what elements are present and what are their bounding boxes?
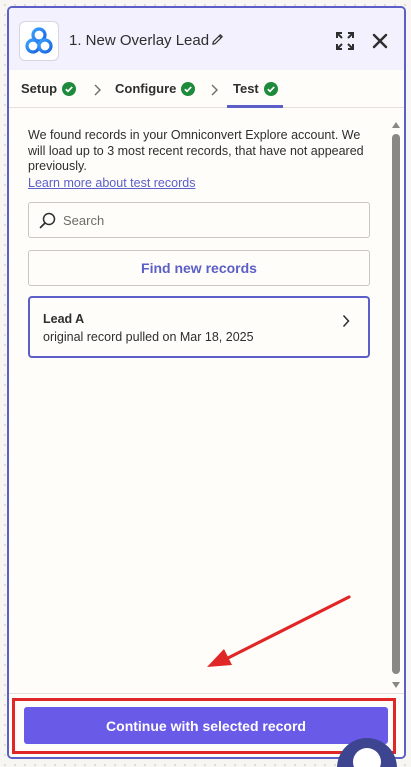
tab-test[interactable]: Test	[233, 81, 278, 96]
close-icon[interactable]	[371, 32, 389, 50]
search-box	[28, 202, 370, 238]
tab-label: Setup	[21, 81, 58, 96]
tab-label: Configure	[115, 81, 177, 96]
scrollbar-thumb[interactable]	[392, 134, 400, 674]
omniconvert-logo-icon	[19, 21, 59, 61]
expand-icon[interactable]	[335, 31, 355, 51]
step-tabs: Setup Configure Test	[9, 70, 404, 108]
step-title[interactable]: 1. New Overlay Lead	[69, 32, 209, 49]
chevron-right-icon	[94, 84, 101, 96]
chevron-right-icon	[211, 84, 218, 96]
tab-label: Test	[233, 81, 259, 96]
record-name: Lead A	[43, 312, 85, 326]
tab-configure[interactable]: Configure	[115, 81, 196, 96]
pencil-icon[interactable]	[210, 32, 225, 47]
tab-setup[interactable]: Setup	[21, 81, 77, 96]
test-content: We found records in your Omniconvert Exp…	[9, 108, 404, 693]
record-card-lead-a[interactable]: Lead A original record pulled on Mar 18,…	[28, 296, 370, 358]
panel-header: 1. New Overlay Lead	[9, 8, 404, 70]
continue-with-selected-record-button[interactable]: Continue with selected record	[24, 707, 388, 744]
check-circle-icon	[181, 81, 196, 96]
chat-icon	[353, 748, 381, 767]
intro-text: We found records in your Omniconvert Exp…	[28, 128, 364, 173]
scroll-down-arrow-icon[interactable]	[392, 682, 400, 688]
find-new-records-button[interactable]: Find new records	[28, 250, 370, 286]
search-input[interactable]	[63, 209, 353, 231]
check-circle-icon	[263, 81, 278, 96]
scroll-up-arrow-icon[interactable]	[392, 122, 400, 128]
zap-step-panel: 1. New Overlay Lead Setup Configure Test…	[7, 6, 406, 759]
learn-more-link[interactable]: Learn more about test records	[28, 176, 195, 190]
check-circle-icon	[62, 81, 77, 96]
record-meta: original record pulled on Mar 18, 2025	[43, 330, 254, 344]
scrollbar[interactable]	[390, 122, 402, 688]
chevron-right-icon	[342, 314, 350, 328]
search-icon	[39, 212, 56, 229]
